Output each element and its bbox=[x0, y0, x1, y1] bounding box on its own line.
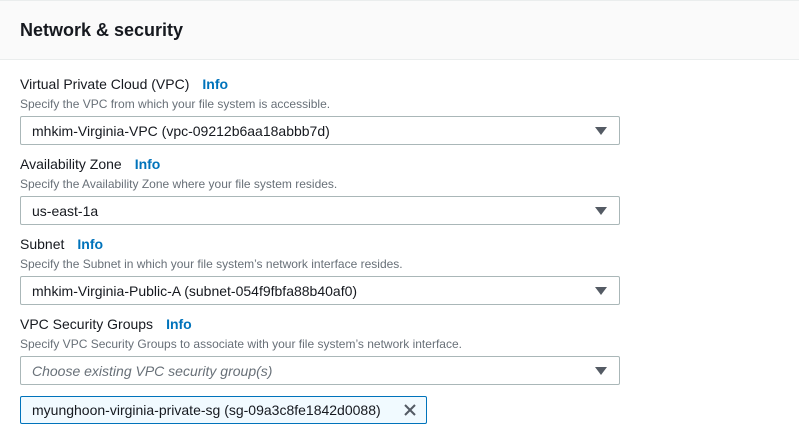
vpc-info-link[interactable]: Info bbox=[202, 76, 228, 92]
subnet-description: Specify the Subnet in which your file sy… bbox=[20, 257, 403, 271]
vpc-field-label-group: Virtual Private Cloud (VPC) Info Specify… bbox=[20, 76, 620, 112]
subnet-label: Subnet bbox=[20, 236, 65, 252]
vpc-label: Virtual Private Cloud (VPC) bbox=[20, 76, 190, 92]
subnet-info-link[interactable]: Info bbox=[77, 236, 103, 252]
subnet-select-value: mhkim-Virginia-Public-A (subnet-054f9fbf… bbox=[32, 282, 358, 299]
vpc-description: Specify the VPC from which your file sys… bbox=[20, 97, 331, 111]
security-groups-select[interactable]: Choose existing VPC security group(s) bbox=[20, 356, 620, 385]
caret-down-icon bbox=[595, 287, 607, 295]
security-groups-label: VPC Security Groups bbox=[20, 316, 154, 332]
section-header: Network & security bbox=[0, 0, 799, 60]
az-select[interactable]: us-east-1a bbox=[20, 196, 620, 225]
close-icon[interactable] bbox=[402, 402, 418, 418]
security-group-token: myunghoon-virginia-private-sg (sg-09a3c8… bbox=[20, 396, 427, 424]
section-title: Network & security bbox=[20, 20, 184, 40]
caret-down-icon bbox=[595, 127, 607, 135]
vpc-select[interactable]: mhkim-Virginia-VPC (vpc-09212b6aa18abbb7… bbox=[20, 116, 620, 145]
az-description: Specify the Availability Zone where your… bbox=[20, 177, 338, 191]
subnet-select[interactable]: mhkim-Virginia-Public-A (subnet-054f9fbf… bbox=[20, 276, 620, 305]
security-groups-field-label-group: VPC Security Groups Info Specify VPC Sec… bbox=[20, 316, 620, 352]
az-info-link[interactable]: Info bbox=[135, 156, 161, 172]
caret-down-icon bbox=[595, 207, 607, 215]
vpc-select-value: mhkim-Virginia-VPC (vpc-09212b6aa18abbb7… bbox=[32, 122, 330, 139]
security-group-token-label: myunghoon-virginia-private-sg (sg-09a3c8… bbox=[32, 402, 381, 418]
security-groups-placeholder: Choose existing VPC security group(s) bbox=[32, 362, 273, 379]
subnet-field-label-group: Subnet Info Specify the Subnet in which … bbox=[20, 236, 620, 272]
security-groups-description: Specify VPC Security Groups to associate… bbox=[20, 337, 462, 351]
az-label: Availability Zone bbox=[20, 156, 122, 172]
caret-down-icon bbox=[595, 367, 607, 375]
az-select-value: us-east-1a bbox=[32, 202, 99, 219]
az-field-label-group: Availability Zone Info Specify the Avail… bbox=[20, 156, 620, 192]
security-groups-info-link[interactable]: Info bbox=[166, 316, 192, 332]
